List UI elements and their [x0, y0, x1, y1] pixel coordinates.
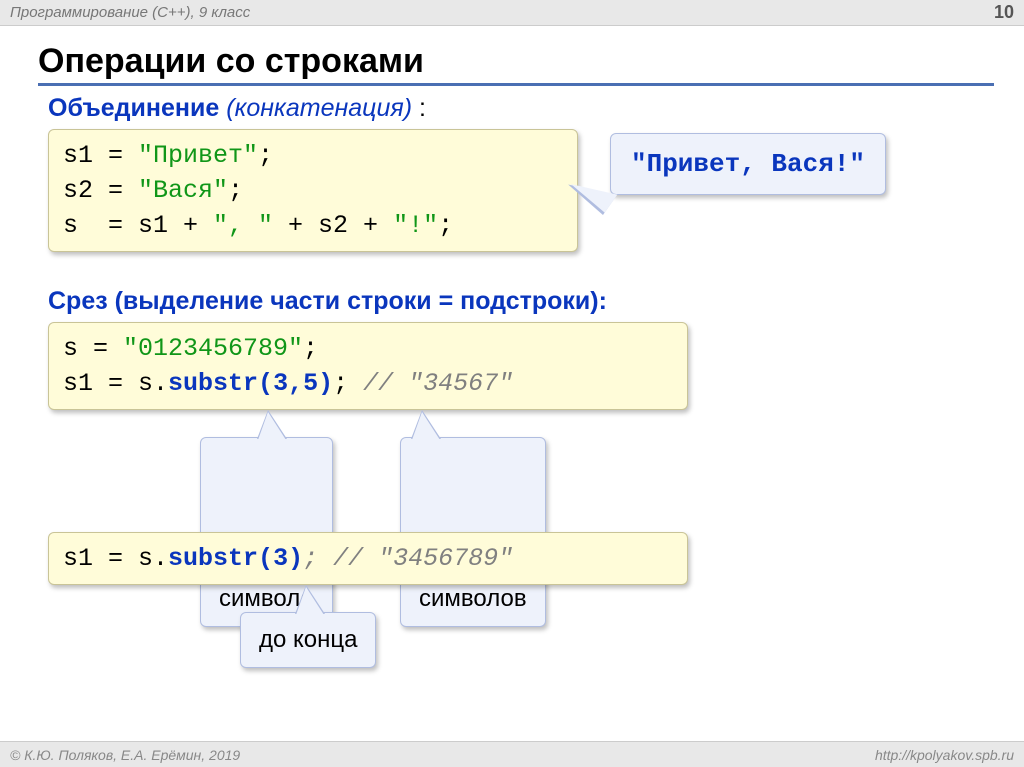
concat-heading-colon: : — [412, 94, 426, 122]
slice-code1-box: s = "0123456789"; s1 = s.substr(3,5); //… — [48, 322, 688, 410]
code-string: "Вася" — [138, 176, 228, 205]
code-line: s1 = s.substr(3,5); // "34567" — [63, 366, 673, 401]
header-bar: Программирование (C++), 9 класс 10 — [0, 0, 1024, 26]
code-text: s2 = — [63, 176, 138, 205]
code-string: "0123456789" — [123, 334, 303, 363]
code-line: s = s1 + ", " + s2 + "!"; — [63, 208, 563, 243]
page-number: 10 — [994, 2, 1014, 23]
footer-url: http://kpolyakov.spb.ru — [875, 747, 1014, 763]
callout-tail — [258, 412, 286, 440]
code-text: , — [288, 369, 303, 398]
course-label: Программирование (C++), 9 класс — [10, 4, 250, 21]
code-text: ; — [438, 211, 453, 240]
code-text: s1 = s. — [63, 544, 168, 573]
callout-tail — [296, 587, 324, 615]
code-line: s = "0123456789"; — [63, 331, 673, 366]
code-text: ; — [303, 334, 318, 363]
slice-heading-text: Срез (выделение части строки = подстроки… — [48, 287, 607, 315]
code-line: s1 = s.substr(3); // "3456789" — [63, 541, 673, 576]
code-arg-from: 3 — [273, 544, 288, 573]
code-text: ; — [303, 544, 318, 573]
code-keyword: substr( — [168, 369, 273, 398]
code-string: ", " — [213, 211, 273, 240]
code-text: s1 = s. — [63, 369, 168, 398]
code-string: "Привет" — [138, 141, 258, 170]
code-keyword: substr( — [168, 544, 273, 573]
slice-code2-box: s1 = s.substr(3); // "3456789" — [48, 532, 688, 585]
code-text: s = s1 + — [63, 211, 213, 240]
concat-heading-bold: Объединение — [48, 94, 219, 122]
code-comment: // "34567" — [348, 369, 513, 398]
code-string: "!" — [393, 211, 438, 240]
concat-code-box: s1 = "Привет"; s2 = "Вася"; s = s1 + ", … — [48, 129, 578, 252]
code-arg-count: 5 — [303, 369, 318, 398]
code-text: s1 = — [63, 141, 138, 170]
code-text: + s2 + — [273, 211, 393, 240]
code-keyword: ) — [288, 544, 303, 573]
footer-bar: © К.Ю. Поляков, Е.А. Ерёмин, 2019 http:/… — [0, 741, 1024, 767]
slice-heading: Срез (выделение части строки = подстроки… — [48, 287, 994, 316]
concat-heading-ital: (конкатенация) — [226, 94, 412, 122]
page-title: Операции со строками — [38, 42, 994, 86]
code-line: s1 = "Привет"; — [63, 138, 563, 173]
code-text: s = — [63, 334, 123, 363]
callout-to-end: до конца — [240, 612, 376, 668]
concat-result-text: "Привет, Вася!" — [631, 149, 865, 179]
concat-heading: Объединение (конкатенация) : — [48, 94, 994, 123]
code-line: s2 = "Вася"; — [63, 173, 563, 208]
copyright: © К.Ю. Поляков, Е.А. Ерёмин, 2019 — [10, 747, 240, 763]
code-text: ; — [258, 141, 273, 170]
code-keyword: ) — [318, 369, 333, 398]
callout-to-end-text: до конца — [259, 626, 357, 653]
code-comment: // "3456789" — [318, 544, 513, 573]
code-arg-from: 3 — [273, 369, 288, 398]
code-text: ; — [228, 176, 243, 205]
code-text: ; — [333, 369, 348, 398]
callout-tail — [412, 412, 440, 440]
concat-result-callout: "Привет, Вася!" — [610, 133, 886, 195]
